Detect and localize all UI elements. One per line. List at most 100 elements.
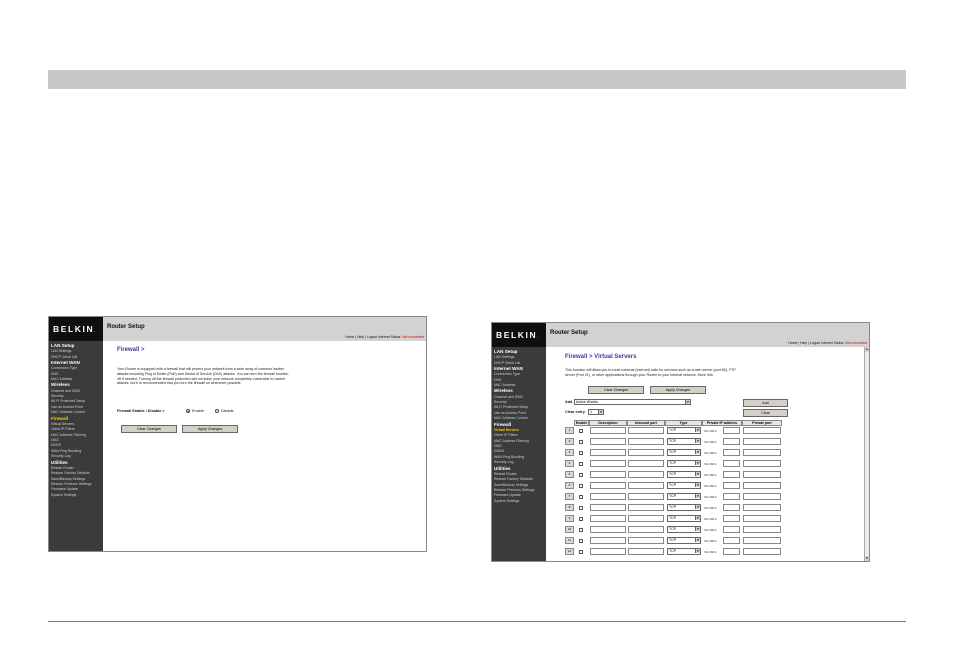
private-port-input[interactable] <box>743 438 781 445</box>
sidebar-item[interactable]: Security <box>494 400 507 404</box>
add-button[interactable]: Add <box>743 399 788 407</box>
service-select[interactable]: Active Worlds ▼ <box>574 399 691 405</box>
type-select[interactable]: TCP ▼ <box>667 427 701 434</box>
description-input[interactable] <box>590 427 626 434</box>
private-ip-input[interactable] <box>723 449 740 456</box>
sidebar-item[interactable]: Virtual Servers <box>51 422 74 426</box>
logout-link[interactable]: Logout <box>367 335 377 339</box>
sidebar-item[interactable]: Restore Previous Settings <box>494 488 534 492</box>
sidebar-item[interactable]: Restore Previous Settings <box>51 482 91 486</box>
enable-checkbox[interactable] <box>579 428 583 433</box>
enable-checkbox[interactable] <box>579 527 583 532</box>
type-select[interactable]: TCP ▼ <box>667 471 701 478</box>
sidebar-item[interactable]: Channel and SSID <box>494 395 523 399</box>
enable-checkbox[interactable] <box>579 516 583 521</box>
apply-changes-button[interactable]: Apply Changes <box>182 425 238 433</box>
inbound-port-input[interactable] <box>628 537 664 544</box>
private-port-input[interactable] <box>743 427 781 434</box>
description-input[interactable] <box>590 460 626 467</box>
sidebar-item[interactable]: Security Log <box>494 460 513 464</box>
private-port-input[interactable] <box>743 548 781 555</box>
sidebar-item[interactable]: MAC Address Control <box>51 410 85 414</box>
sidebar-item[interactable]: Save/Backup Settings <box>51 477 85 481</box>
inbound-port-input[interactable] <box>628 493 664 500</box>
enable-radio[interactable] <box>186 409 190 413</box>
private-port-input[interactable] <box>743 493 781 500</box>
private-ip-input[interactable] <box>723 548 740 555</box>
private-ip-input[interactable] <box>723 427 740 434</box>
sidebar-item[interactable]: WAN Ping Blocking <box>51 449 81 453</box>
type-select[interactable]: TCP ▼ <box>667 482 701 489</box>
sidebar-item[interactable]: Firmware Update <box>51 487 78 491</box>
private-port-input[interactable] <box>743 526 781 533</box>
sidebar-item[interactable]: Security <box>51 394 64 398</box>
sidebar-item[interactable]: Firmware Update <box>494 493 521 497</box>
description-input[interactable] <box>590 526 626 533</box>
description-input[interactable] <box>590 504 626 511</box>
description-input[interactable] <box>590 449 626 456</box>
type-select[interactable]: TCP ▼ <box>667 548 701 555</box>
clear-changes-button[interactable]: Clear Changes <box>121 425 177 433</box>
sidebar-item[interactable]: Connection Type <box>51 366 77 370</box>
inbound-port-input[interactable] <box>628 438 664 445</box>
sidebar-item[interactable]: Client IP Filters <box>494 433 518 437</box>
enable-checkbox[interactable] <box>579 439 583 444</box>
enable-checkbox[interactable] <box>579 483 583 488</box>
sidebar-item[interactable]: Restart Router <box>51 466 74 470</box>
inbound-port-input[interactable] <box>628 460 664 467</box>
sidebar-item[interactable]: LAN Settings <box>494 355 514 359</box>
type-select[interactable]: TCP ▼ <box>667 493 701 500</box>
sidebar-item[interactable]: System Settings <box>494 499 519 503</box>
private-ip-input[interactable] <box>723 438 740 445</box>
private-ip-input[interactable] <box>723 493 740 500</box>
sidebar-item[interactable]: DDNS <box>494 449 504 453</box>
sidebar-item[interactable]: Wi-Fi Protected Setup <box>51 399 85 403</box>
logout-link[interactable]: Logout <box>810 341 820 345</box>
enable-checkbox[interactable] <box>579 472 583 477</box>
type-select[interactable]: TCP ▼ <box>667 460 701 467</box>
home-link[interactable]: Home <box>345 335 354 339</box>
sidebar-item[interactable]: DNS <box>494 378 501 382</box>
enable-checkbox[interactable] <box>579 505 583 510</box>
private-ip-input[interactable] <box>723 537 740 544</box>
enable-checkbox[interactable] <box>579 461 583 466</box>
private-ip-input[interactable] <box>723 471 740 478</box>
inbound-port-input[interactable] <box>628 449 664 456</box>
enable-checkbox[interactable] <box>579 549 583 554</box>
private-port-input[interactable] <box>743 460 781 467</box>
help-link[interactable]: Help <box>800 341 807 345</box>
private-ip-input[interactable] <box>723 526 740 533</box>
inbound-port-input[interactable] <box>628 504 664 511</box>
apply-changes-button[interactable]: Apply Changes <box>650 386 706 394</box>
type-select[interactable]: TCP ▼ <box>667 537 701 544</box>
sidebar-item[interactable]: Use as Access Point <box>51 405 83 409</box>
inbound-port-input[interactable] <box>628 526 664 533</box>
sidebar-item[interactable]: WAN Ping Blocking <box>494 455 524 459</box>
description-input[interactable] <box>590 515 626 522</box>
scrollbar[interactable]: ▲ ▼ <box>864 347 869 561</box>
home-link[interactable]: Home <box>788 341 797 345</box>
inbound-port-input[interactable] <box>628 548 664 555</box>
sidebar-item[interactable]: Restore Factory Defaults <box>494 477 533 481</box>
scroll-up-icon[interactable]: ▲ <box>865 347 869 352</box>
disable-radio[interactable] <box>215 409 219 413</box>
sidebar-item[interactable]: DDNS <box>51 443 61 447</box>
sidebar-item[interactable]: Save/Backup Settings <box>494 483 528 487</box>
enable-checkbox[interactable] <box>579 450 583 455</box>
type-select[interactable]: TCP ▼ <box>667 449 701 456</box>
description-input[interactable] <box>590 537 626 544</box>
private-port-input[interactable] <box>743 537 781 544</box>
sidebar-item[interactable]: DNS <box>51 372 58 376</box>
private-port-input[interactable] <box>743 449 781 456</box>
enable-checkbox[interactable] <box>579 494 583 499</box>
clear-entry-select[interactable]: 1 ▼ <box>588 409 604 415</box>
sidebar-item[interactable]: DMZ <box>494 444 502 448</box>
sidebar-item[interactable]: DMZ <box>51 438 59 442</box>
private-port-input[interactable] <box>743 504 781 511</box>
type-select[interactable]: TCP ▼ <box>667 438 701 445</box>
type-select[interactable]: TCP ▼ <box>667 526 701 533</box>
sidebar-item[interactable]: System Settings <box>51 493 76 497</box>
inbound-port-input[interactable] <box>628 427 664 434</box>
sidebar-item[interactable]: Restart Router <box>494 472 517 476</box>
sidebar-item[interactable]: Use as Access Point <box>494 411 526 415</box>
